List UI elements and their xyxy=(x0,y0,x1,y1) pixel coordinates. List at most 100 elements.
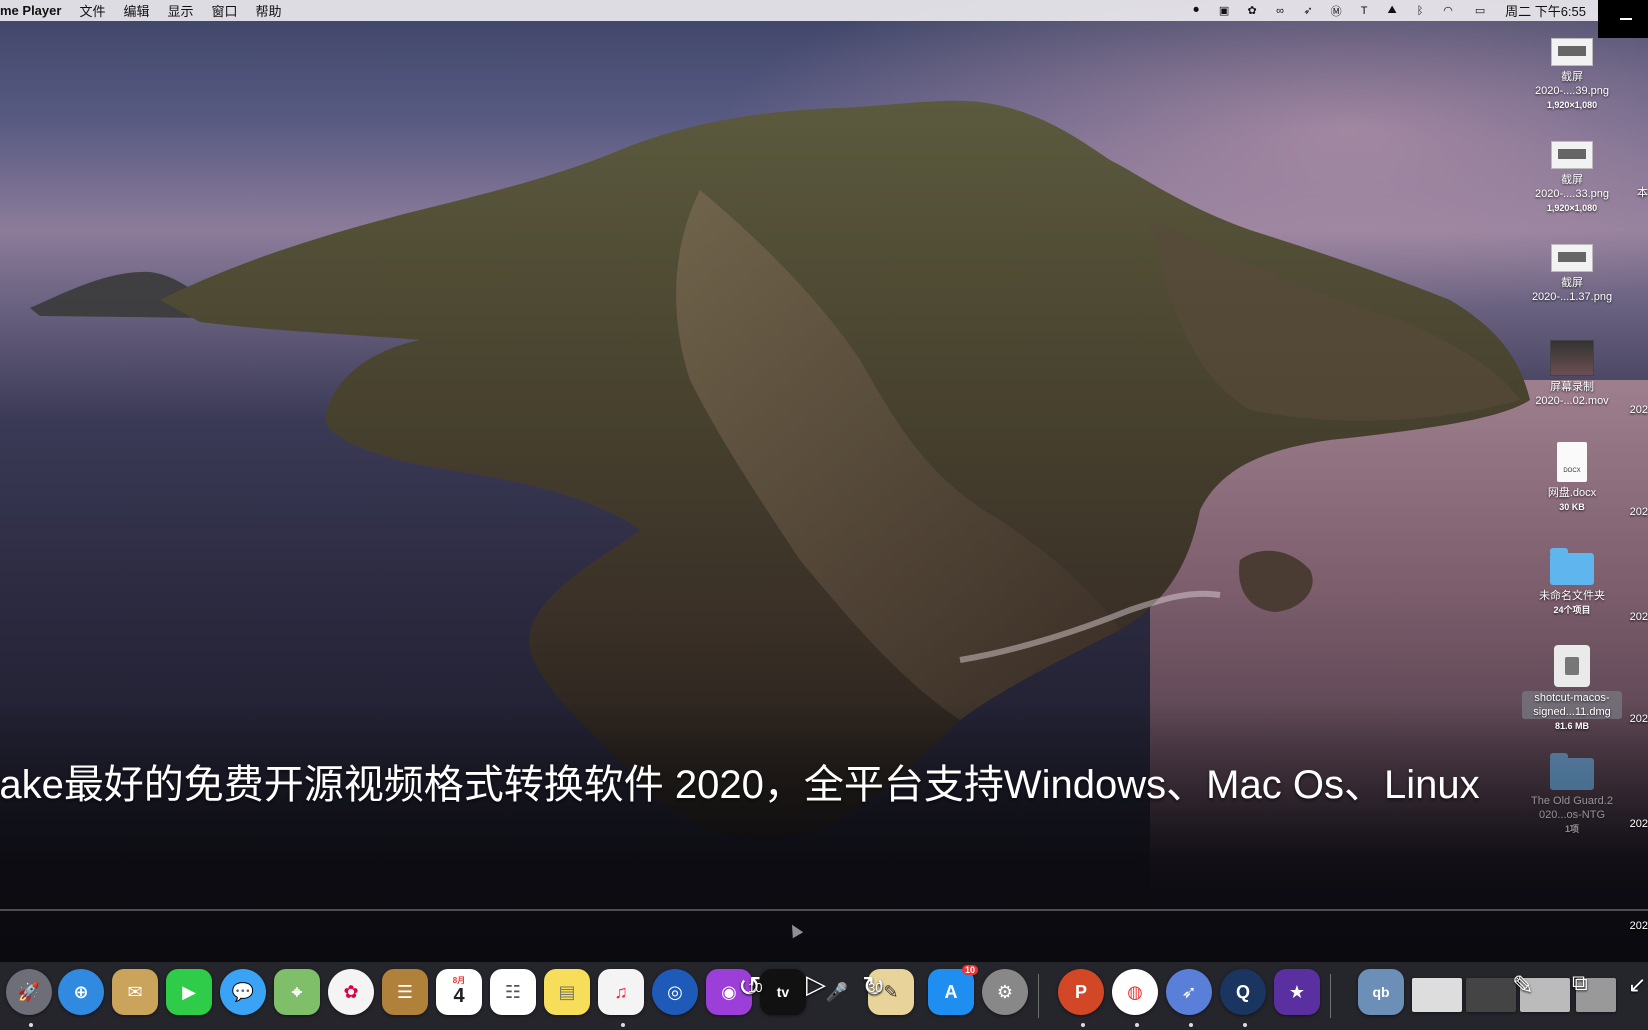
desktop-file-name: 截屏 xyxy=(1561,277,1583,289)
bluetooth-icon[interactable]: ᛒ xyxy=(1413,4,1427,18)
screenshot-thumbnail-icon xyxy=(1551,244,1593,272)
desktop-file-name: shotcut-macos- xyxy=(1534,692,1610,704)
desktop-file-screen-recording[interactable]: 屏幕录制 2020-...02.mov xyxy=(1522,340,1622,408)
picture-in-picture-icon[interactable]: ⧉ xyxy=(1572,970,1588,996)
appletv-label: tv xyxy=(776,984,790,1000)
qbittorrent-label: qb xyxy=(1372,984,1390,1000)
document-type-label: DOCX xyxy=(1563,468,1581,474)
dropbox-icon[interactable]: ✿ xyxy=(1245,4,1259,18)
appstore-badge: 10 xyxy=(961,965,978,975)
dock-system-preferences-icon[interactable]: ⚙ xyxy=(982,969,1028,1015)
desktop-file-docx[interactable]: DOCX 网盘.docx 30 KB xyxy=(1522,442,1622,514)
dock-facetime-icon[interactable]: ▶ xyxy=(166,969,212,1015)
menu-edit[interactable]: 编辑 xyxy=(123,1,149,20)
dock-messages-icon[interactable]: 💬 xyxy=(220,969,266,1015)
record-stop-icon[interactable]: ⏺ xyxy=(1189,4,1203,18)
skip-back-amount: 10 xyxy=(748,980,763,995)
desktop-file-subname: 2020-...1.37.png xyxy=(1531,291,1613,303)
desktop-file-name: 未命名文件夹 xyxy=(1539,590,1605,602)
folder-icon xyxy=(1550,753,1594,790)
dock-safari-icon[interactable]: ⊕ xyxy=(58,969,104,1015)
dock-imovie-icon[interactable]: ★ xyxy=(1274,969,1320,1015)
menu-file[interactable]: 文件 xyxy=(79,1,105,20)
creative-cloud-icon[interactable]: ∞ xyxy=(1273,4,1287,18)
menu-view[interactable]: 显示 xyxy=(167,1,193,20)
dock-chrome-icon[interactable]: ◍ xyxy=(1112,969,1158,1015)
dock-running-indicator xyxy=(1243,1023,1247,1027)
dock-notes-icon[interactable]: ▤ xyxy=(544,969,590,1015)
dock-maps-icon[interactable]: ⌖ xyxy=(274,969,320,1015)
skip-forward-amount: 30 xyxy=(868,980,883,995)
desktop-file-name: 屏幕录制 xyxy=(1550,381,1594,393)
battery-icon[interactable]: ▭ xyxy=(1469,4,1491,18)
wifi-icon[interactable]: ◠ xyxy=(1441,4,1455,18)
dock-running-indicator xyxy=(1135,1023,1139,1027)
edge-icon-label: 202 xyxy=(1629,404,1648,416)
dock-launchpad-icon[interactable]: 🚀 xyxy=(6,969,52,1015)
minimize-icon xyxy=(1620,18,1632,20)
menu-bar: me Player 文件 编辑 显示 窗口 帮助 ⏺ ▣ ✿ ∞ ➶ Ⓜ T ⛰… xyxy=(0,0,1648,38)
desktop-file-meta: 1项 xyxy=(1564,824,1579,834)
desktop-file-name: 截屏 xyxy=(1561,71,1583,83)
screenshot-thumbnail-icon xyxy=(1551,141,1593,169)
play-icon[interactable]: ▷ xyxy=(806,969,826,1000)
desktop-wallpaper xyxy=(0,0,1648,1030)
desktop-file-screenshot-3[interactable]: 截屏 2020-...1.37.png xyxy=(1522,244,1622,304)
dock-reminders-icon[interactable]: ☷ xyxy=(490,969,536,1015)
desktop-file-screenshot-2[interactable]: 截屏 2020-....33.png 1,920×1,080 xyxy=(1522,141,1622,215)
desktop-file-screenshot-1[interactable]: 截屏 2020-....39.png 1,920×1,080 xyxy=(1522,38,1622,112)
dock-bird-app-icon[interactable]: ➶ xyxy=(1166,969,1212,1015)
video-subtitle: rake最好的免费开源视频格式转换软件 2020，全平台支持Windows、Ma… xyxy=(0,763,1480,807)
menu-clock[interactable]: 周二 下午6:55 xyxy=(1505,1,1586,20)
menu-app-name[interactable]: me Player xyxy=(0,3,61,18)
edge-icon-label: 202 xyxy=(1629,506,1648,518)
text-app-icon[interactable]: T xyxy=(1357,4,1371,18)
m-app-icon[interactable]: Ⓜ xyxy=(1329,4,1343,18)
dock-contacts-icon[interactable]: ☰ xyxy=(382,969,428,1015)
desktop-file-meta: 24个项目 xyxy=(1553,605,1591,615)
dock-appletv-icon[interactable]: tv xyxy=(760,969,806,1015)
dock-running-indicator xyxy=(29,1023,33,1027)
menu-help[interactable]: 帮助 xyxy=(256,1,282,20)
desktop-file-subname: 2020-...02.mov xyxy=(1535,395,1609,407)
dock-separator xyxy=(1330,974,1331,1018)
exit-fullscreen-icon[interactable]: ↙ xyxy=(1628,972,1646,998)
desktop-file-meta: 81.6 MB xyxy=(1554,721,1589,731)
dock-window-thumbnail[interactable] xyxy=(1412,978,1462,1012)
edge-icon-label: 202 xyxy=(1629,920,1648,932)
dock-calendar-icon[interactable]: 8月 4 xyxy=(436,969,482,1015)
desktop-file-name: 截屏 xyxy=(1561,174,1583,186)
dock-appstore-icon[interactable]: A 10 xyxy=(928,965,978,1015)
menu-status-area: ⏺ ▣ ✿ ∞ ➶ Ⓜ T ⛰ ᛒ ◠ ▭ 周二 下午6:55 xyxy=(1189,0,1648,21)
dock-mail-stamp-icon[interactable]: ✉ xyxy=(112,969,158,1015)
desktop-file-meta: 1,920×1,080 xyxy=(1546,203,1598,213)
dock-running-indicator xyxy=(1189,1023,1193,1027)
playback-progress-bar[interactable] xyxy=(0,909,1648,911)
desktop-folder-untitled[interactable]: 未命名文件夹 24个项目 xyxy=(1522,548,1622,617)
minimize-button[interactable] xyxy=(1598,0,1648,38)
screenshot-thumbnail-icon xyxy=(1551,38,1593,66)
pencil-icon[interactable]: ✎ xyxy=(1512,970,1534,1001)
movie-thumbnail-icon xyxy=(1550,340,1594,376)
disk-image-icon xyxy=(1554,645,1590,687)
dock-qbittorrent-icon[interactable]: qb xyxy=(1358,969,1404,1015)
screen-share-icon[interactable]: ▣ xyxy=(1217,4,1231,18)
dock-photos-icon[interactable]: ✿ xyxy=(328,969,374,1015)
calendar-day: 4 xyxy=(453,984,465,1007)
dock-powerpoint-icon[interactable]: P xyxy=(1058,969,1104,1015)
dock-window-thumbnail[interactable] xyxy=(1466,978,1516,1012)
desktop-file-subname: 2020-....33.png xyxy=(1534,188,1609,200)
desktop-file-dmg[interactable]: shotcut-macos- signed...11.dmg 81.6 MB xyxy=(1522,645,1622,733)
bird-app-icon[interactable]: ➶ xyxy=(1301,4,1315,18)
desktop-file-meta: 30 KB xyxy=(1559,502,1585,512)
document-icon: DOCX xyxy=(1557,442,1587,482)
desktop-file-name: 网盘.docx xyxy=(1547,487,1597,499)
dock-music-icon[interactable]: ♫ xyxy=(598,969,644,1015)
calendar-month: 8月 xyxy=(452,975,466,985)
dock-airdrop-icon[interactable]: ◎ xyxy=(652,969,698,1015)
dock-quicktime-icon[interactable]: Q xyxy=(1220,969,1266,1015)
menu-window[interactable]: 窗口 xyxy=(211,1,237,20)
edge-icon-label: 本 xyxy=(1637,187,1648,199)
mountain-app-icon[interactable]: ⛰ xyxy=(1385,4,1399,18)
desktop-file-subname: signed...11.dmg xyxy=(1533,706,1611,718)
